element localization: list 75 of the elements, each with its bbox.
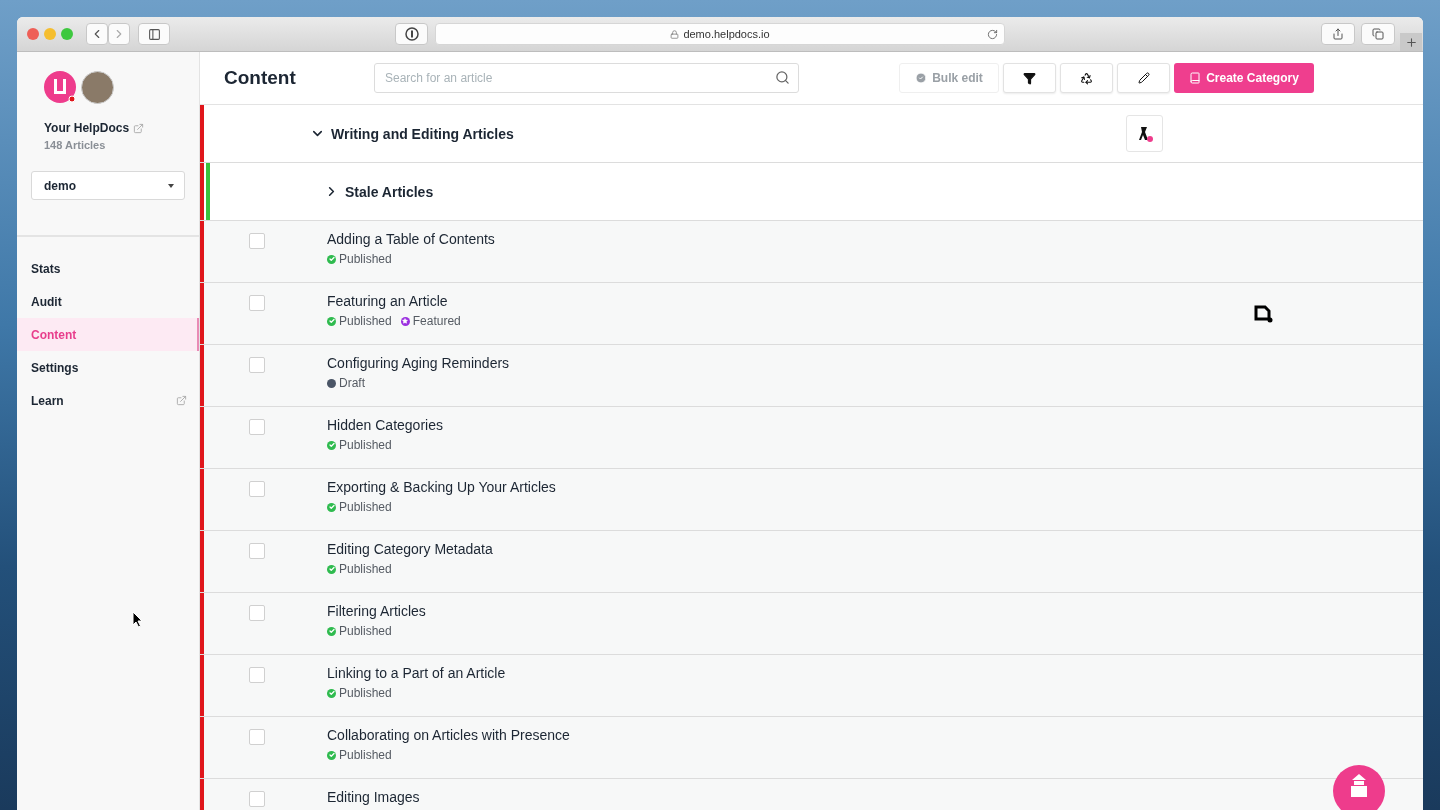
recycle-icon [1080, 71, 1093, 85]
article-title[interactable]: Filtering Articles [327, 603, 426, 619]
article-title[interactable]: Configuring Aging Reminders [327, 355, 510, 371]
search-field[interactable]: Search for an article [374, 63, 799, 93]
back-button[interactable] [86, 23, 108, 45]
article-title[interactable]: Collaborating on Articles with Presence [327, 727, 570, 743]
status-label: Published [339, 252, 392, 266]
article-title[interactable]: Exporting & Backing Up Your Articles [327, 479, 556, 495]
document-icon [1253, 304, 1274, 323]
sidebar-item[interactable]: Audit [17, 285, 199, 318]
filter-icon [1023, 71, 1036, 85]
checkbox[interactable] [249, 729, 265, 745]
article-title[interactable]: Linking to a Part of an Article [327, 665, 506, 681]
status-label: Published [339, 748, 392, 762]
status-label: Published [339, 562, 392, 576]
figure-icon-button[interactable] [1126, 115, 1163, 152]
status-label: Published [339, 314, 392, 328]
lock-icon [670, 29, 680, 39]
article-title[interactable]: Hidden Categories [327, 417, 443, 433]
checkbox[interactable] [249, 481, 265, 497]
site-name: Your HelpDocs [44, 121, 130, 135]
checkbox[interactable] [249, 667, 265, 683]
sidebar-toggle-button[interactable] [138, 23, 170, 45]
cursor-icon [132, 611, 144, 628]
checkbox[interactable] [249, 295, 265, 311]
search-icon[interactable] [775, 70, 790, 85]
article-title[interactable]: Featuring an Article [327, 293, 461, 309]
url-text: demo.helpdocs.io [683, 28, 770, 40]
article-title[interactable]: Editing Images [327, 789, 420, 805]
reload-icon[interactable] [987, 28, 998, 40]
sidebar-item[interactable]: Stats [17, 252, 199, 285]
share-button[interactable] [1321, 23, 1355, 45]
filter-button[interactable] [1003, 63, 1056, 93]
status-label: Published [339, 500, 392, 514]
status-label: Published [339, 624, 392, 638]
checkbox[interactable] [249, 543, 265, 559]
plus-icon [1404, 35, 1418, 49]
address-bar[interactable]: demo.helpdocs.io [435, 23, 1005, 45]
circle-icon [404, 27, 419, 41]
sidebar-item[interactable]: Settings [17, 351, 199, 384]
status-label: Published [339, 686, 392, 700]
new-tab-button[interactable] [1400, 33, 1422, 51]
status-label: Featured [412, 314, 461, 328]
pencil-icon [1137, 72, 1150, 84]
checkbox[interactable] [249, 419, 265, 435]
checkbox[interactable] [249, 233, 265, 249]
external-link-icon[interactable] [133, 122, 145, 134]
check-circle-icon [915, 72, 928, 84]
close-window-button[interactable] [27, 28, 39, 40]
forward-button[interactable] [108, 23, 130, 45]
subcategory-title[interactable]: Stale Articles [324, 183, 434, 200]
avatar-placeholder [81, 71, 114, 104]
book-icon [1189, 72, 1202, 84]
tabs-overview-button[interactable] [1361, 23, 1395, 45]
article-title[interactable]: Adding a Table of Contents [327, 231, 495, 247]
checkbox[interactable] [249, 605, 265, 621]
tabs-icon [1372, 28, 1384, 40]
password-manager-button[interactable] [395, 23, 428, 45]
status-label: Draft [339, 376, 365, 390]
sidebar-item[interactable]: Learn [17, 384, 199, 417]
article-title[interactable]: Editing Category Metadata [327, 541, 493, 557]
checkbox[interactable] [249, 791, 265, 807]
category-title[interactable]: Writing and Editing Articles [310, 125, 514, 142]
article-count: 148 Articles [43, 138, 107, 151]
maximize-window-button[interactable] [61, 28, 73, 40]
minimize-window-button[interactable] [44, 28, 56, 40]
checkbox[interactable] [249, 357, 265, 373]
page-title: Content [224, 67, 297, 89]
create-button[interactable]: Create Category [1174, 63, 1314, 93]
status-label: Published [339, 438, 392, 452]
workspace-dropdown[interactable]: demo [31, 171, 185, 200]
recycle-button[interactable] [1060, 63, 1113, 93]
sidebar-icon [147, 27, 161, 41]
logo-icon [44, 71, 76, 103]
share-icon [1332, 28, 1344, 40]
